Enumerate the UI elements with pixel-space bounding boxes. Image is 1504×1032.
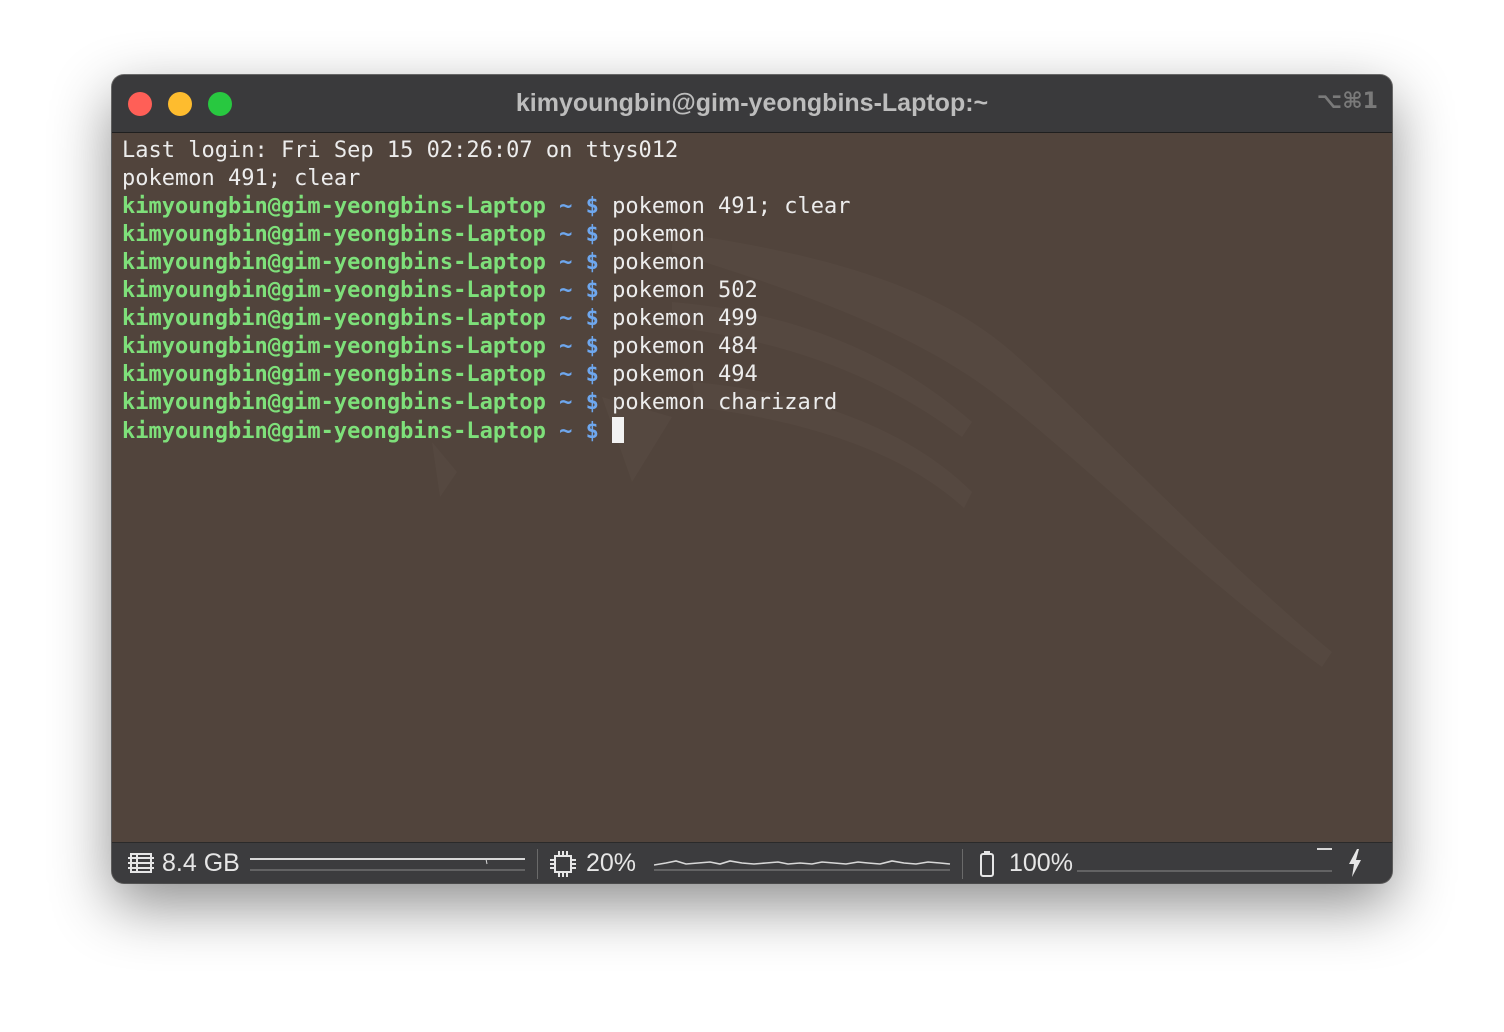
- battery-icon: [980, 851, 994, 877]
- cpu-value: 20%: [586, 849, 637, 877]
- battery-graph: [1077, 848, 1332, 872]
- title-bar[interactable]: kimyoungbin@gim-yeongbins-Laptop:~ ⌥⌘1: [112, 75, 1392, 133]
- prompt-directory: ~: [559, 334, 573, 359]
- prompt-line-active[interactable]: kimyoungbin@gim-yeongbins-Laptop ~ $: [122, 417, 1382, 445]
- terminal-line: pokemon 491; clear: [122, 165, 1382, 193]
- cpu-graph: [654, 860, 951, 871]
- prompt-user-host: kimyoungbin@gim-yeongbins-Laptop: [122, 390, 546, 415]
- prompt-user-host: kimyoungbin@gim-yeongbins-Laptop: [122, 306, 546, 331]
- prompt-directory: ~: [559, 194, 573, 219]
- lightning-icon: [1349, 849, 1361, 877]
- prompt-line: kimyoungbin@gim-yeongbins-Laptop ~ $ pok…: [122, 249, 1382, 277]
- terminal-line: Last login: Fri Sep 15 02:26:07 on ttys0…: [122, 137, 1382, 165]
- prompt-user-host: kimyoungbin@gim-yeongbins-Laptop: [122, 334, 546, 359]
- command-text: pokemon: [612, 222, 705, 247]
- prompt-directory: ~: [559, 250, 573, 275]
- prompt-user-host: kimyoungbin@gim-yeongbins-Laptop: [122, 194, 546, 219]
- status-separator: [962, 849, 963, 879]
- prompt-symbol: $: [585, 194, 599, 219]
- memory-value: 8.4 GB: [162, 849, 240, 877]
- prompt-symbol: $: [585, 334, 599, 359]
- echoed-command: pokemon 491; clear: [122, 166, 361, 191]
- status-bar: 8.4 GB 20% 100%: [112, 842, 1392, 883]
- prompt-directory: ~: [559, 278, 573, 303]
- cpu-icon: [550, 851, 576, 877]
- prompt-line: kimyoungbin@gim-yeongbins-Laptop ~ $ pok…: [122, 221, 1382, 249]
- memory-graph: [250, 858, 525, 871]
- prompt-symbol: $: [585, 306, 599, 331]
- command-text: pokemon charizard: [612, 390, 838, 415]
- prompt-symbol: $: [585, 362, 599, 387]
- terminal-window: kimyoungbin@gim-yeongbins-Laptop:~ ⌥⌘1 L…: [112, 75, 1392, 883]
- prompt-directory: ~: [559, 390, 573, 415]
- login-message: Last login: Fri Sep 15 02:26:07 on ttys0…: [122, 138, 679, 163]
- prompt-line: kimyoungbin@gim-yeongbins-Laptop ~ $ pok…: [122, 193, 1382, 221]
- tab-shortcut-label: ⌥⌘1: [1316, 89, 1378, 114]
- status-separator: [537, 849, 538, 879]
- command-text: pokemon 502: [612, 278, 758, 303]
- battery-status: 100%: [967, 843, 1387, 883]
- prompt-user-host: kimyoungbin@gim-yeongbins-Laptop: [122, 419, 546, 444]
- prompt-user-host: kimyoungbin@gim-yeongbins-Laptop: [122, 222, 546, 247]
- prompt-line: kimyoungbin@gim-yeongbins-Laptop ~ $ pok…: [122, 389, 1382, 417]
- prompt-symbol: $: [585, 250, 599, 275]
- prompt-line: kimyoungbin@gim-yeongbins-Laptop ~ $ pok…: [122, 361, 1382, 389]
- prompt-directory: ~: [559, 222, 573, 247]
- prompt-line: kimyoungbin@gim-yeongbins-Laptop ~ $ pok…: [122, 305, 1382, 333]
- prompt-line: kimyoungbin@gim-yeongbins-Laptop ~ $ pok…: [122, 333, 1382, 361]
- prompt-symbol: $: [585, 419, 599, 444]
- command-text: pokemon 484: [612, 334, 758, 359]
- command-text: pokemon 494: [612, 362, 758, 387]
- prompt-line: kimyoungbin@gim-yeongbins-Laptop ~ $ pok…: [122, 277, 1382, 305]
- prompt-symbol: $: [585, 222, 599, 247]
- memory-status: 8.4 GB: [112, 843, 532, 883]
- prompt-symbol: $: [585, 278, 599, 303]
- cpu-status: 20%: [542, 843, 957, 883]
- prompt-symbol: $: [585, 390, 599, 415]
- memory-icon: [128, 853, 154, 873]
- prompt-user-host: kimyoungbin@gim-yeongbins-Laptop: [122, 362, 546, 387]
- window-title: kimyoungbin@gim-yeongbins-Laptop:~: [515, 89, 989, 117]
- battery-value: 100%: [1009, 849, 1073, 877]
- command-text: pokemon: [612, 250, 705, 275]
- prompt-directory: ~: [559, 306, 573, 331]
- prompt-user-host: kimyoungbin@gim-yeongbins-Laptop: [122, 250, 546, 275]
- text-cursor: [612, 417, 625, 443]
- prompt-user-host: kimyoungbin@gim-yeongbins-Laptop: [122, 278, 546, 303]
- command-text: pokemon 499: [612, 306, 758, 331]
- terminal-output[interactable]: Last login: Fri Sep 15 02:26:07 on ttys0…: [122, 137, 1382, 445]
- command-text: pokemon 491; clear: [612, 194, 851, 219]
- prompt-directory: ~: [559, 362, 573, 387]
- prompt-directory: ~: [559, 419, 573, 444]
